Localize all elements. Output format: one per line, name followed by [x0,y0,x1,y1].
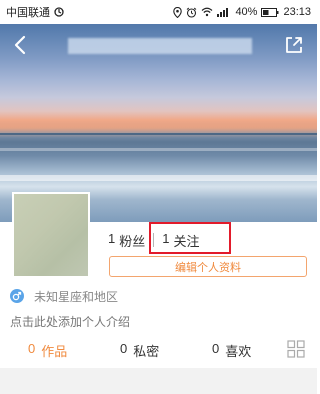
battery-icon [261,7,279,17]
data-sync-icon [54,7,64,17]
tab-count: 0 [28,341,36,356]
edit-profile-button[interactable]: 编辑个人资料 [109,256,307,277]
alarm-icon [187,7,197,18]
profile-header [0,28,317,64]
tab-label: 私密 [133,344,160,359]
status-bar: 中国联通 40% 23:13 [0,0,317,24]
wave [0,148,317,151]
add-bio-prompt[interactable]: 点击此处添加个人介绍 [10,313,130,330]
share-icon [286,37,302,53]
fans-count: 1 [108,230,116,246]
grid-view-button[interactable] [287,340,305,358]
fans-stat[interactable]: 1 粉丝 [108,231,145,250]
avatar[interactable] [12,192,90,278]
location-icon [173,6,183,18]
tab-label: 作品 [41,344,68,359]
grid-icon [287,340,305,358]
fans-label: 粉丝 [119,233,146,249]
signal-icon [217,8,229,17]
zodiac-region-text: 未知星座和地区 [34,289,119,304]
share-button[interactable] [281,32,307,58]
zodiac-region-row[interactable]: 未知星座和地区 [10,287,118,305]
back-arrow-icon [14,35,26,55]
content-area [0,368,317,394]
blurred-username [68,38,252,54]
highlight-annotation-box [149,222,231,254]
sunset-glow [0,118,317,138]
carrier-name: 中国联通 [6,7,50,19]
tab-label: 喜欢 [225,344,252,359]
male-icon [10,289,24,303]
tab-count: 0 [120,341,128,356]
wifi-icon [202,7,213,17]
horizon-line [0,133,317,135]
male-symbol-icon [12,291,22,301]
tab-private[interactable]: 0 私密 [120,341,159,360]
content-tabs: 0 作品 0 私密 0 喜欢 [0,338,317,364]
back-button[interactable] [8,32,34,58]
battery-percent: 40% [235,6,258,18]
tab-count: 0 [212,341,220,356]
clock: 23:13 [283,6,311,18]
tab-likes[interactable]: 0 喜欢 [212,341,251,360]
tab-works[interactable]: 0 作品 [28,341,67,360]
wave [0,175,317,181]
